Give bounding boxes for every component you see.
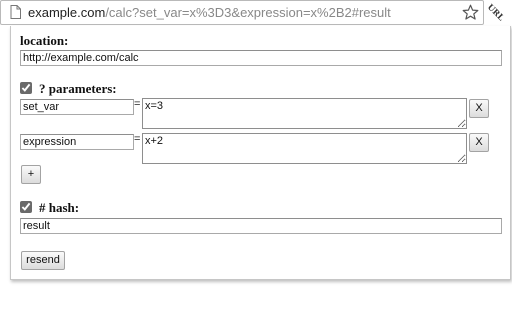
url-path: /calc?set_var=x%3D3&expression=x%2B2#res…	[105, 5, 391, 20]
param-name-input[interactable]	[20, 99, 134, 115]
parameters-checkbox[interactable]	[20, 82, 32, 94]
location-heading: location:	[20, 33, 69, 48]
param-equals: =	[134, 133, 141, 145]
hash-checkbox[interactable]	[20, 201, 32, 213]
param-value-textarea[interactable]: x+2	[142, 133, 467, 164]
bookmark-star-icon[interactable]	[462, 4, 479, 21]
url-editor-panel: location: ? parameters: = x=3 X = x+2 X …	[10, 26, 511, 280]
param-value-textarea[interactable]: x=3	[142, 98, 467, 129]
hash-heading: # hash:	[39, 200, 80, 215]
location-input[interactable]	[20, 50, 502, 66]
hash-input[interactable]	[20, 218, 502, 234]
address-bar[interactable]: example.com/calc?set_var=x%3D3&expressio…	[0, 0, 484, 25]
url-text[interactable]: example.com/calc?set_var=x%3D3&expressio…	[28, 5, 391, 21]
resend-button[interactable]: resend	[21, 251, 65, 270]
url-extension-icon[interactable]: URL	[484, 0, 508, 24]
remove-param-button[interactable]: X	[469, 99, 489, 118]
parameters-heading: ? parameters:	[39, 81, 117, 96]
param-name-input[interactable]	[20, 134, 134, 150]
page-icon	[10, 5, 21, 19]
param-equals: =	[134, 98, 141, 110]
remove-param-button[interactable]: X	[469, 133, 489, 152]
url-host: example.com	[28, 5, 106, 20]
add-param-button[interactable]: +	[21, 165, 41, 184]
